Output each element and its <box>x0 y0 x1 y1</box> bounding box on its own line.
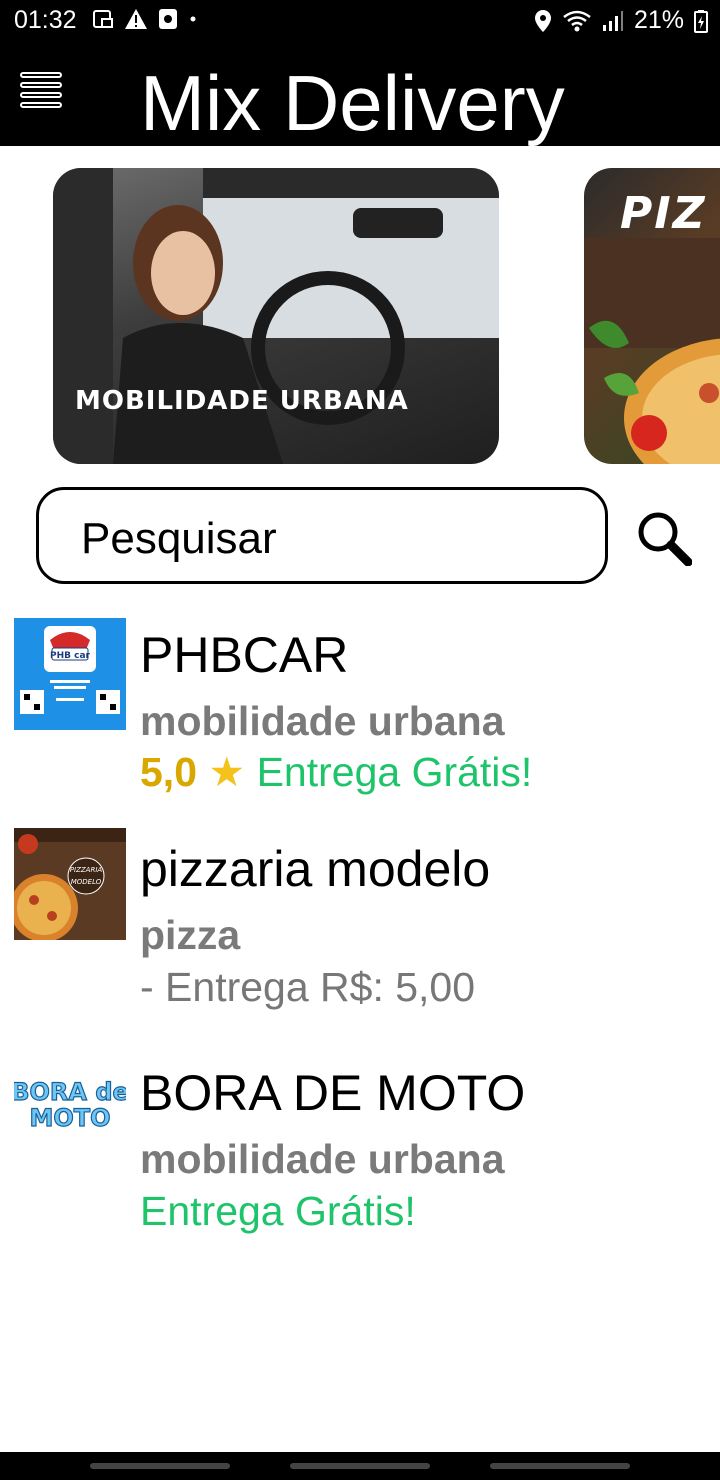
star-icon: ★ <box>208 749 246 795</box>
list-item-bora-de-moto[interactable]: BORA de MOTO BORA DE MOTO mobilidade urb… <box>0 1050 720 1250</box>
alert-icon <box>125 9 147 29</box>
app-bar: Mix Delivery <box>0 44 720 147</box>
banner-label: MOBILIDADE URBANA <box>75 386 409 416</box>
delivery-info: Entrega Grátis! <box>140 1188 416 1234</box>
nav-handle[interactable] <box>490 1463 630 1469</box>
signal-icon <box>602 10 623 31</box>
battery-icon <box>694 9 708 33</box>
banner-pizza[interactable]: PIZ <box>584 168 720 464</box>
store-name: BORA DE MOTO <box>140 1065 526 1121</box>
delivery-info: Entrega Grátis! <box>256 749 533 795</box>
store-logo-pizzaria-modelo: PIZZARIA MODELO <box>14 828 126 940</box>
store-name: PHBCAR <box>140 627 349 683</box>
hamburger-menu-icon[interactable] <box>20 72 64 116</box>
nav-handle[interactable] <box>90 1463 230 1469</box>
search-icon[interactable] <box>636 510 692 566</box>
store-meta: 5,0 ★ Entrega Grátis! <box>140 748 532 796</box>
wifi-icon <box>563 10 591 31</box>
list-item-pizzaria-modelo[interactable]: PIZZARIA MODELO pizzaria modelo pizza - … <box>0 824 720 1050</box>
svg-text:MODELO: MODELO <box>71 878 102 886</box>
svg-text:MOTO: MOTO <box>29 1104 110 1132</box>
system-nav-bar <box>0 1452 720 1480</box>
status-bar: 01:32 21% <box>0 0 720 44</box>
search-input[interactable] <box>79 510 583 568</box>
banner-label: PIZ <box>620 188 707 239</box>
store-name: pizzaria modelo <box>140 841 491 897</box>
screenshot-icon <box>93 10 113 28</box>
location-icon <box>534 9 551 32</box>
battery-percentage: 21% <box>633 6 684 34</box>
banner-mobilidade-urbana[interactable]: MOBILIDADE URBANA <box>53 168 499 464</box>
store-category: mobilidade urbana <box>140 1136 505 1182</box>
store-rating: 5,0 <box>140 749 197 795</box>
store-category: pizza <box>140 912 241 958</box>
dot-icon <box>190 16 196 22</box>
delivery-info: - Entrega R$: 5,00 <box>140 964 476 1010</box>
svg-text:PHB car: PHB car <box>50 651 91 661</box>
nav-handle[interactable] <box>290 1463 430 1469</box>
banner-carousel[interactable]: MOBILIDADE URBANA PIZ <box>0 168 720 466</box>
list-item-phbcar[interactable]: PHB car PHBCAR mobilidade urbana 5,0 ★ E… <box>0 612 720 824</box>
store-list: PHB car PHBCAR mobilidade urbana 5,0 ★ E… <box>0 612 720 1250</box>
store-category: mobilidade urbana <box>140 698 505 744</box>
svg-text:BORA de: BORA de <box>14 1078 126 1106</box>
app-title: Mix Delivery <box>140 59 565 147</box>
driver-photo <box>53 168 499 464</box>
media-icon <box>159 9 177 29</box>
status-time: 01:32 <box>14 6 77 34</box>
search-box[interactable] <box>36 487 608 584</box>
store-logo-phbcar: PHB car <box>14 618 126 730</box>
svg-text:PIZZARIA: PIZZARIA <box>70 866 103 874</box>
store-logo-bora-de-moto: BORA de MOTO <box>14 1050 126 1162</box>
